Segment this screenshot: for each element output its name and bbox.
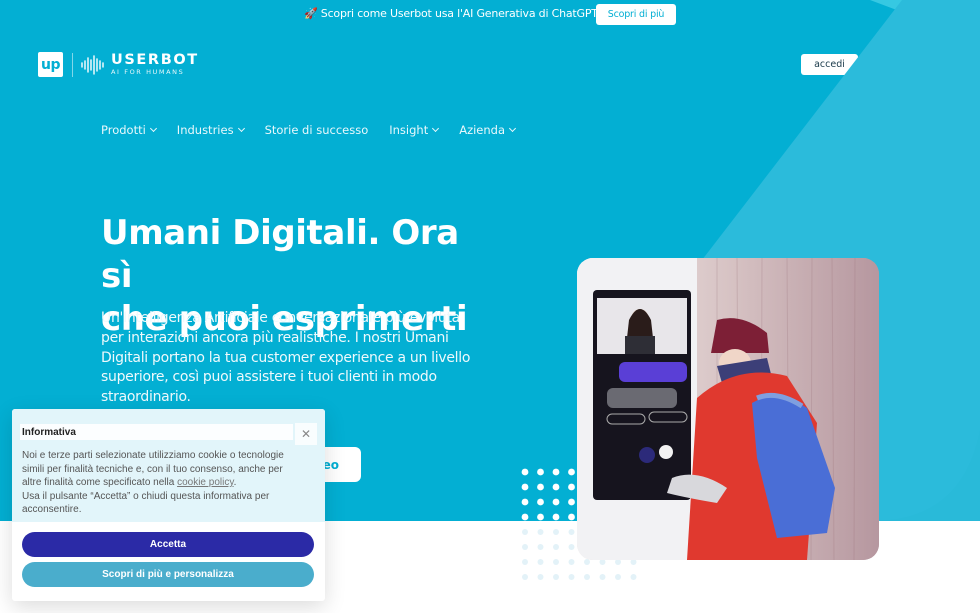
decorative-dot bbox=[553, 544, 559, 550]
userbot-logo[interactable]: up USERBOT AI FOR HUMANS bbox=[38, 52, 199, 77]
decorative-dot bbox=[584, 559, 590, 565]
decorative-dot bbox=[521, 483, 529, 491]
decorative-dot bbox=[537, 513, 544, 521]
decorative-dot bbox=[568, 529, 575, 535]
decorative-dot bbox=[568, 468, 575, 476]
cookie-body-instruction: Usa il pulsante “Accetta” o chiudi quest… bbox=[22, 490, 270, 516]
decorative-dot bbox=[537, 529, 544, 535]
accept-cookies-button[interactable]: Accetta bbox=[22, 532, 314, 557]
decorative-dot bbox=[522, 529, 528, 535]
decorative-dot bbox=[521, 498, 529, 506]
decorative-dot bbox=[553, 529, 559, 535]
nav-item-industries[interactable]: Industries bbox=[176, 123, 245, 137]
nav-item-label: Azienda bbox=[459, 123, 506, 137]
nav-item-insight[interactable]: Insight bbox=[389, 123, 440, 137]
nav-item-label: Industries bbox=[176, 123, 234, 137]
nav-item-prodotti[interactable]: Prodotti bbox=[101, 123, 157, 137]
nav-item-label: Prodotti bbox=[101, 123, 146, 137]
cookie-policy-link[interactable]: cookie policy bbox=[177, 477, 234, 488]
decorative-dot bbox=[615, 574, 621, 580]
decorative-dot bbox=[537, 544, 544, 550]
logo-divider bbox=[72, 52, 73, 77]
close-icon[interactable]: ✕ bbox=[295, 423, 317, 445]
decorative-dot bbox=[522, 574, 528, 580]
kiosk-user-illustration bbox=[577, 258, 879, 560]
decorative-dot bbox=[568, 559, 575, 565]
decorative-dot bbox=[552, 498, 560, 506]
decorative-dot bbox=[568, 574, 575, 580]
nav-item-label: Insight bbox=[389, 123, 429, 137]
brand-name: USERBOT bbox=[111, 51, 199, 68]
chevron-down-icon bbox=[508, 124, 517, 133]
cookie-body-punct: . bbox=[233, 477, 237, 489]
headline-line-1: Umani Digitali. Ora sì bbox=[101, 213, 459, 296]
nav-item-label: Storie di successo bbox=[264, 123, 369, 137]
chevron-down-icon bbox=[149, 124, 157, 133]
decorative-dot bbox=[537, 574, 544, 580]
decorative-dot bbox=[537, 498, 544, 506]
decorative-dot bbox=[568, 498, 575, 506]
logo-mark: up bbox=[38, 52, 63, 77]
decorative-dot bbox=[521, 468, 529, 476]
brand-tagline: AI FOR HUMANS bbox=[111, 67, 185, 76]
announcement-cta-button[interactable]: Scopri di più bbox=[596, 4, 676, 25]
decorative-dot bbox=[537, 468, 544, 476]
hero-description: Un'Intelligenza Artificiale conversazion… bbox=[101, 310, 471, 406]
soundwave-icon bbox=[81, 54, 104, 75]
nav-item-azienda[interactable]: Azienda bbox=[459, 123, 517, 137]
cookie-title: Informativa bbox=[22, 427, 76, 438]
cookie-body-text: Noi e terze parti selezionate utilizziam… bbox=[22, 450, 284, 489]
decorative-dot bbox=[552, 513, 560, 521]
hero-image bbox=[577, 258, 879, 560]
decorative-dot bbox=[552, 468, 560, 476]
announcement-text: 🚀 Scopri come Userbot usa l'AI Generativ… bbox=[304, 7, 615, 20]
nav-item-storie-di-successo[interactable]: Storie di successo bbox=[265, 123, 369, 137]
decorative-dot bbox=[522, 559, 528, 565]
decorative-dot bbox=[553, 574, 559, 580]
main-nav: Prodotti Industries Storie di successo I… bbox=[101, 123, 536, 137]
cookie-body: Noi e terze parti selezionate utilizziam… bbox=[22, 449, 292, 517]
decorative-dot bbox=[552, 483, 560, 491]
decorative-dot bbox=[537, 483, 544, 491]
decorative-dot bbox=[521, 513, 529, 521]
decorative-dot bbox=[568, 544, 575, 550]
decorative-dot bbox=[553, 559, 559, 565]
chevron-down-icon bbox=[432, 124, 440, 133]
decorative-dot bbox=[568, 483, 575, 491]
decorative-dot bbox=[568, 513, 575, 521]
chevron-down-icon bbox=[237, 124, 245, 133]
decorative-dot bbox=[630, 574, 637, 580]
decorative-dot bbox=[537, 559, 544, 565]
decorative-dot bbox=[522, 544, 528, 550]
customize-cookies-button[interactable]: Scopri di più e personalizza bbox=[22, 562, 314, 587]
decorative-dot bbox=[584, 574, 590, 580]
decorative-dot bbox=[599, 574, 606, 580]
cookie-consent-dialog: Informativa ✕ Noi e terze parti selezion… bbox=[12, 409, 325, 601]
